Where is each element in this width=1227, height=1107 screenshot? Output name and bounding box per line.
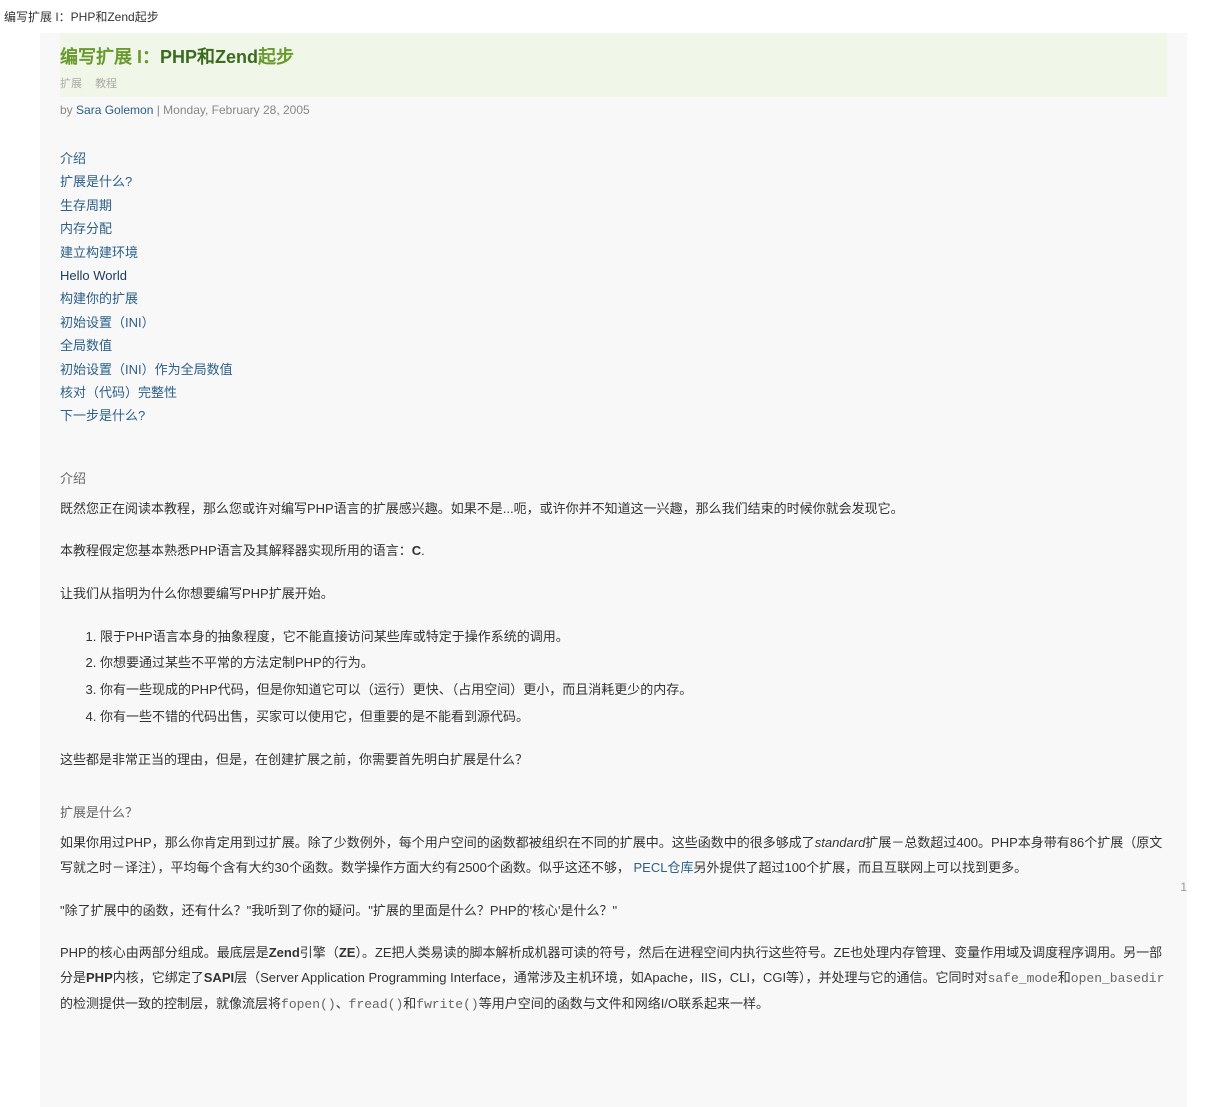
intro-p3: 让我们从指明为什么你想要编写PHP扩展开始。 <box>60 582 1167 607</box>
toc-link-5[interactable]: Hello World <box>60 264 1167 287</box>
toc-link-6[interactable]: 构建你的扩展 <box>60 287 1167 310</box>
section-what-is-extension: 扩展是什么？ 如果你用过PHP，那么你肯定用到过扩展。除了少数例外，每个用户空间… <box>60 802 1167 1017</box>
intro-p4: 这些都是非常正当的理由，但是，在创建扩展之前，你需要首先明白扩展是什么？ <box>60 748 1167 773</box>
list-item: 你有一些不错的代码出售，买家可以使用它，但重要的是不能看到源代码。 <box>100 705 1167 730</box>
toc-link-10[interactable]: 核对（代码）完整性 <box>60 381 1167 404</box>
table-of-contents: 介绍扩展是什么?生存周期内存分配建立构建环境Hello World构建你的扩展初… <box>60 147 1167 428</box>
intro-p2: 本教程假定您基本熟悉PHP语言及其解释器实现所用的语言：C. <box>60 539 1167 564</box>
tag-extension[interactable]: 扩展 <box>60 78 82 90</box>
toc-link-0[interactable]: 介绍 <box>60 147 1167 170</box>
list-item: 你想要通过某些不平常的方法定制PHP的行为。 <box>100 651 1167 676</box>
list-item: 你有一些现成的PHP代码，但是你知道它可以（运行）更快、（占用空间）更小，而且消… <box>100 678 1167 703</box>
page-number: 1 <box>1180 880 1187 894</box>
intro-p1: 既然您正在阅读本教程，那么您或许对编写PHP语言的扩展感兴趣。如果不是...呃，… <box>60 497 1167 522</box>
pecl-link[interactable]: PECL仓库 <box>634 860 694 875</box>
breadcrumb: 编写扩展 I：PHP和Zend起步 <box>4 10 159 24</box>
byline: by Sara Golemon | Monday, February 28, 2… <box>60 103 1167 117</box>
section-heading-what: 扩展是什么？ <box>60 802 1167 821</box>
toc-link-1[interactable]: 扩展是什么? <box>60 170 1167 193</box>
section-intro: 介绍 既然您正在阅读本教程，那么您或许对编写PHP语言的扩展感兴趣。如果不是..… <box>60 468 1167 773</box>
main-content: 编写扩展 I：PHP和Zend起步 扩展 教程 by Sara Golemon … <box>40 33 1187 1107</box>
toc-link-8[interactable]: 全局数值 <box>60 334 1167 357</box>
page-title: 编写扩展 I：PHP和Zend起步 <box>60 43 1167 69</box>
section-heading-intro: 介绍 <box>60 468 1167 487</box>
author-link[interactable]: Sara Golemon <box>76 103 153 117</box>
page-header: 编写扩展 I：PHP和Zend起步 <box>0 0 1227 33</box>
toc-link-2[interactable]: 生存周期 <box>60 194 1167 217</box>
toc-link-4[interactable]: 建立构建环境 <box>60 241 1167 264</box>
tag-tutorial[interactable]: 教程 <box>95 78 117 90</box>
what-p3: PHP的核心由两部分组成。最底层是Zend引擎（ZE）。ZE把人类易读的脚本解析… <box>60 941 1167 1017</box>
what-p1: 如果你用过PHP，那么你肯定用到过扩展。除了少数例外，每个用户空间的函数都被组织… <box>60 831 1167 880</box>
toc-link-9[interactable]: 初始设置（INI）作为全局数值 <box>60 358 1167 381</box>
title-section: 编写扩展 I：PHP和Zend起步 扩展 教程 <box>60 33 1167 97</box>
intro-list: 限于PHP语言本身的抽象程度，它不能直接访问某些库或特定于操作系统的调用。你想要… <box>90 625 1167 730</box>
list-item: 限于PHP语言本身的抽象程度，它不能直接访问某些库或特定于操作系统的调用。 <box>100 625 1167 650</box>
tags: 扩展 教程 <box>60 75 1167 91</box>
toc-link-7[interactable]: 初始设置（INI） <box>60 311 1167 334</box>
what-p2: "除了扩展中的函数，还有什么？"我听到了你的疑问。"扩展的里面是什么？PHP的'… <box>60 899 1167 924</box>
toc-link-3[interactable]: 内存分配 <box>60 217 1167 240</box>
toc-link-11[interactable]: 下一步是什么? <box>60 404 1167 427</box>
